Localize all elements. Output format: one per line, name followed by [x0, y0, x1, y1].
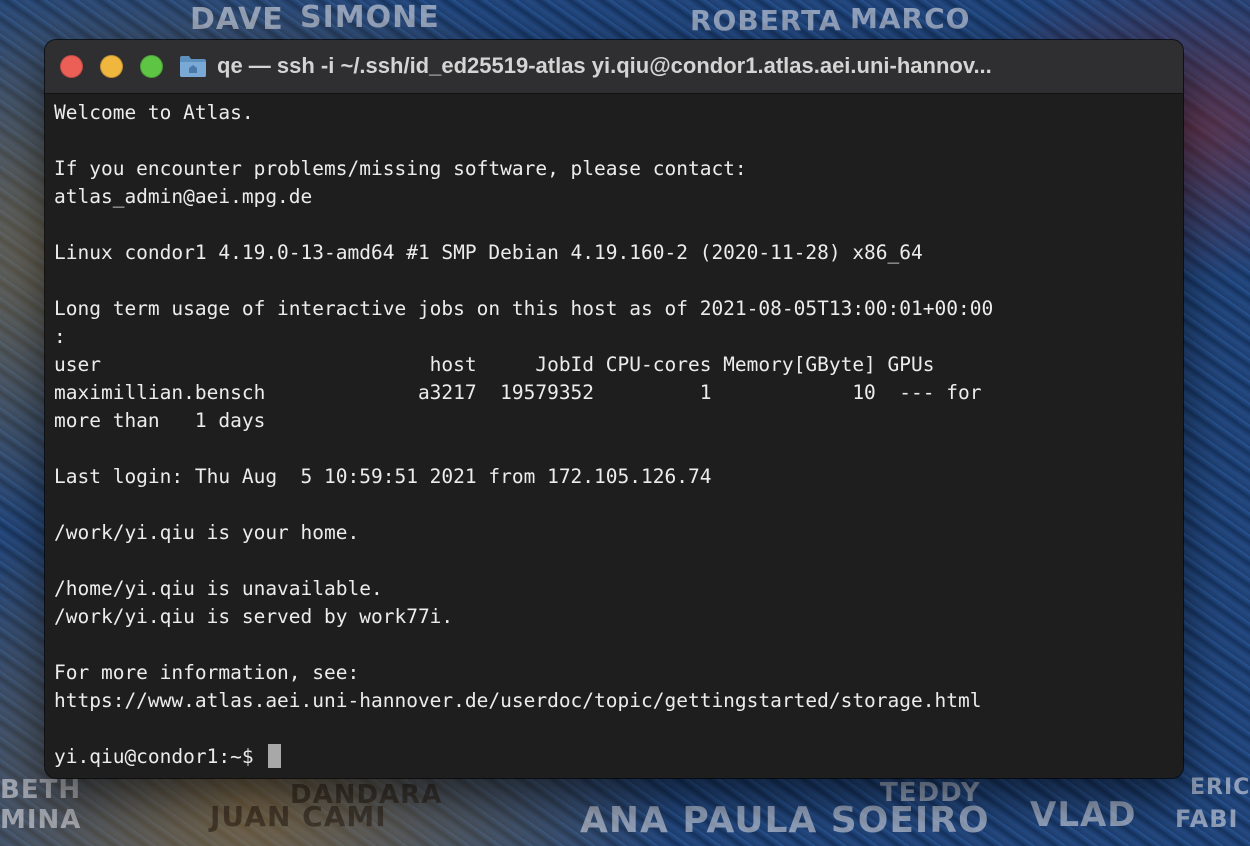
title-bar[interactable]: qe — ssh -i ~/.ssh/id_ed25519-atlas yi.q…	[45, 40, 1183, 94]
terminal-line: /home/yi.qiu is unavailable.	[54, 577, 383, 600]
window-title: qe — ssh -i ~/.ssh/id_ed25519-atlas yi.q…	[217, 53, 992, 78]
terminal-line: Long term usage of interactive jobs on t…	[54, 297, 994, 320]
wallpaper-text: FABI	[1175, 805, 1239, 833]
folder-icon	[180, 56, 206, 77]
prompt-line[interactable]: yi.qiu@condor1:~$	[54, 743, 1183, 771]
terminal-line: Linux condor1 4.19.0-13-amd64 #1 SMP Deb…	[54, 241, 923, 264]
terminal-line: /work/yi.qiu is served by work77i.	[54, 605, 454, 628]
wallpaper-text: TEDDY	[880, 778, 981, 808]
terminal-output[interactable]: Welcome to Atlas. If you encounter probl…	[45, 94, 1183, 771]
minimize-window-button[interactable]	[100, 55, 123, 78]
wallpaper-text: DANDARA	[290, 780, 443, 810]
terminal-line: more than 1 days	[54, 409, 266, 432]
wallpaper-text: MINA	[0, 805, 82, 835]
terminal-line: maximillian.bensch a3217 19579352 1 10 -…	[54, 381, 982, 404]
terminal-window[interactable]: qe — ssh -i ~/.ssh/id_ed25519-atlas yi.q…	[45, 40, 1183, 778]
maximize-window-button[interactable]	[140, 55, 163, 78]
terminal-line: For more information, see:	[54, 661, 360, 684]
wallpaper-text: ERIC	[1190, 775, 1250, 800]
terminal-line: Welcome to Atlas.	[54, 101, 254, 124]
terminal-line: https://www.atlas.aei.uni-hannover.de/us…	[54, 689, 982, 712]
wallpaper-text: MARCO	[850, 2, 971, 35]
wallpaper-text: VLAD	[1030, 795, 1137, 835]
text-cursor	[268, 744, 282, 768]
wallpaper-text: ROBERTA	[690, 4, 842, 37]
terminal-line: :	[54, 325, 66, 348]
terminal-line: If you encounter problems/missing softwa…	[54, 157, 747, 180]
terminal-line: /work/yi.qiu is your home.	[54, 521, 360, 544]
terminal-line: atlas_admin@aei.mpg.de	[54, 185, 313, 208]
wallpaper-text: DAVE	[190, 2, 284, 37]
shell-prompt: yi.qiu@condor1:~$	[54, 745, 266, 768]
terminal-line: Last login: Thu Aug 5 10:59:51 2021 from…	[54, 465, 712, 488]
terminal-line: user host JobId CPU-cores Memory[GByte] …	[54, 353, 935, 376]
close-window-button[interactable]	[60, 55, 83, 78]
wallpaper-text: BETH	[0, 775, 82, 805]
wallpaper-text: SIMONE	[300, 0, 440, 35]
